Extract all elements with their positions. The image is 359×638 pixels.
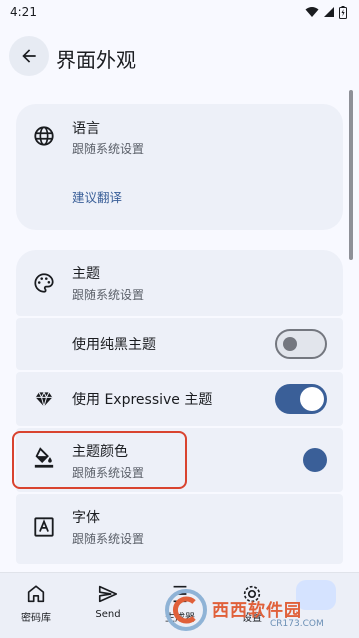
toggle-knob <box>300 387 324 411</box>
expressive-title: 使用 Expressive 主题 <box>72 392 213 408</box>
home-icon <box>27 585 45 603</box>
app-bar: 界面外观 <box>0 24 359 88</box>
watermark-text: 西西软件园 <box>212 601 302 621</box>
language-subtitle: 跟随系统设置 <box>72 142 145 156</box>
font-subtitle: 跟随系统设置 <box>72 532 145 546</box>
back-button[interactable] <box>9 36 49 76</box>
scrollbar[interactable] <box>349 90 353 260</box>
pure-black-title: 使用纯黑主题 <box>72 337 156 353</box>
highlight-box <box>12 431 187 489</box>
arrow-back-icon <box>22 49 36 63</box>
nav-item-vault[interactable]: 密码库 <box>6 583 66 635</box>
watermark-logo-icon <box>165 589 207 631</box>
theme-row[interactable]: 主题 跟随系统设置 <box>16 250 343 316</box>
watermark: 西西软件园 CR173.COM <box>160 582 359 638</box>
palette-icon <box>32 271 56 295</box>
expressive-row[interactable]: 使用 Expressive 主题 <box>16 372 343 426</box>
language-row[interactable]: 语言 跟随系统设置 <box>16 104 343 168</box>
font-row[interactable]: 字体 跟随系统设置 <box>16 494 343 564</box>
font-title: 字体 <box>72 510 100 526</box>
font-icon <box>32 515 56 539</box>
diamond-icon <box>32 387 56 411</box>
status-icons <box>305 5 347 19</box>
watermark-subtext: CR173.COM <box>270 619 324 629</box>
language-title: 语言 <box>72 121 100 137</box>
send-icon <box>98 585 118 603</box>
page-title: 界面外观 <box>56 48 136 72</box>
nav-label-send: Send <box>95 609 121 620</box>
expressive-toggle[interactable] <box>275 384 327 414</box>
nav-item-send[interactable]: Send <box>78 583 138 635</box>
battery-icon <box>339 5 347 19</box>
toggle-knob <box>283 337 297 351</box>
theme-color-swatch[interactable] <box>303 448 327 472</box>
pure-black-row[interactable]: 使用纯黑主题 <box>16 318 343 370</box>
language-icon <box>32 124 56 148</box>
signal-icon <box>324 7 334 17</box>
theme-title: 主题 <box>72 266 100 282</box>
theme-subtitle: 跟随系统设置 <box>72 288 145 302</box>
status-time: 4:21 <box>10 5 37 19</box>
wifi-icon <box>305 7 319 17</box>
status-bar: 4:21 <box>0 0 359 24</box>
pure-black-toggle[interactable] <box>275 329 327 359</box>
nav-label-vault: 密码库 <box>21 613 51 624</box>
suggest-translation-link[interactable]: 建议翻译 <box>72 187 122 206</box>
language-card: 语言 跟随系统设置 建议翻译 <box>16 104 343 230</box>
